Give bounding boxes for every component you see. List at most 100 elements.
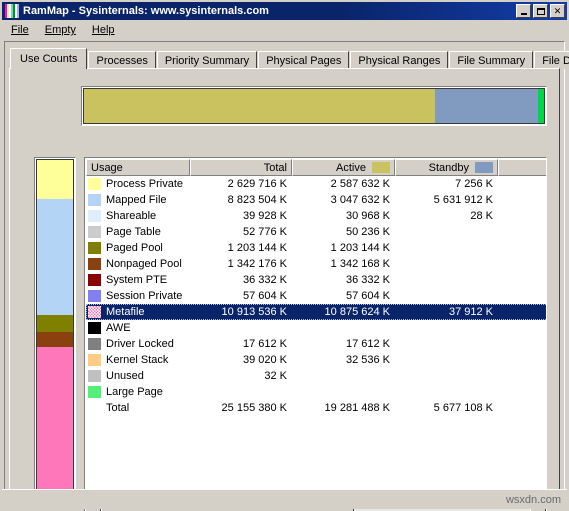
- row-color-swatch: [88, 338, 101, 350]
- row-color-swatch: [88, 178, 101, 190]
- summary-bar-segment-free: [538, 89, 544, 123]
- cell-standby: 5 631 912 K: [433, 194, 493, 206]
- use-counts-listview[interactable]: Usage Total Active Standby Modified Process …: [84, 157, 547, 505]
- rammap-window: RamMap - Sysinternals: www.sysinternals.…: [0, 0, 569, 511]
- row-usage-label: Large Page: [106, 386, 163, 398]
- row-usage-label: Shareable: [106, 210, 157, 222]
- column-header-modified[interactable]: Modified: [498, 159, 546, 176]
- tab-physical-ranges[interactable]: Physical Ranges: [350, 51, 449, 69]
- summary-bar-segment-standby: [435, 89, 539, 123]
- memory-legend-bar: [36, 159, 74, 503]
- cell-usage: Page Table: [86, 224, 190, 240]
- table-row[interactable]: Large Page: [86, 384, 546, 400]
- cell-usage: Shareable: [86, 208, 190, 224]
- cell-total: 25 155 380 K: [221, 402, 287, 414]
- cell-usage: Driver Locked: [86, 336, 190, 352]
- close-button[interactable]: ✕: [550, 4, 565, 18]
- table-row[interactable]: Mapped File 8 823 504 K 3 047 632 K 5 631 9…: [86, 192, 546, 208]
- tab-page-use-counts: Usage Total Active Standby Modified Process …: [9, 68, 560, 511]
- status-bar: wsxdn.com: [2, 489, 567, 509]
- table-row[interactable]: Metafile 10 913 536 K 10 875 624 K 37 912 K: [86, 304, 546, 320]
- tab-use-counts[interactable]: Use Counts: [10, 48, 88, 69]
- cell-active: [292, 320, 395, 336]
- column-header-active[interactable]: Active: [292, 159, 395, 176]
- column-header-label: Total: [263, 161, 287, 174]
- menu-item-file[interactable]: File: [3, 23, 37, 37]
- cell-modified: [498, 320, 546, 336]
- row-color-swatch: [88, 242, 101, 254]
- tab-processes[interactable]: Processes: [88, 51, 156, 69]
- cell-usage: Kernel Stack: [86, 352, 190, 368]
- minimize-button[interactable]: [516, 4, 531, 18]
- cell-usage: AWE: [86, 320, 190, 336]
- menu-bar: File Empty Help: [3, 21, 566, 39]
- tab-file-summary[interactable]: File Summary: [449, 51, 534, 69]
- column-header-color-swatch: [475, 162, 493, 173]
- table-row[interactable]: Process Private 2 629 716 K 2 587 632 K 7 2…: [86, 176, 546, 192]
- legend-bar-segment-metafile: [37, 347, 73, 502]
- cell-modified: 19: [498, 400, 546, 416]
- cell-modified: [498, 304, 546, 320]
- cell-standby: [395, 288, 498, 304]
- cell-modified: [498, 352, 546, 368]
- cell-standby: 7 256 K: [455, 178, 493, 190]
- tab-priority-summary[interactable]: Priority Summary: [156, 51, 258, 69]
- menu-item-help[interactable]: Help: [84, 23, 123, 37]
- row-usage-label: Process Private: [106, 178, 184, 190]
- maximize-button[interactable]: [533, 4, 548, 18]
- column-header-label: Active: [336, 161, 366, 174]
- cell-total: [190, 320, 292, 336]
- row-usage-label: Paged Pool: [106, 242, 163, 254]
- cell-total: 8 823 504 K: [227, 194, 287, 206]
- table-row[interactable]: Paged Pool 1 203 144 K 1 203 144 K: [86, 240, 546, 256]
- table-row[interactable]: Page Table 52 776 K 50 236 K: [86, 224, 546, 240]
- cell-usage: Total: [86, 400, 190, 416]
- row-color-swatch: [88, 210, 101, 222]
- cell-active: [292, 384, 395, 400]
- row-usage-label: Total: [106, 402, 130, 414]
- table-row[interactable]: Session Private 57 604 K 57 604 K: [86, 288, 546, 304]
- memory-legend-bar-panel: [34, 157, 76, 505]
- tab-file-details[interactable]: File Details: [534, 51, 569, 69]
- listview-rows: Process Private 2 629 716 K 2 587 632 K 7 2…: [86, 176, 546, 416]
- tab-physical-pages[interactable]: Physical Pages: [258, 51, 350, 69]
- cell-active: 1 203 144 K: [330, 242, 390, 254]
- table-row[interactable]: Nonpaged Pool 1 342 176 K 1 342 168 K: [86, 256, 546, 272]
- column-header-label: Usage: [91, 161, 123, 174]
- row-color-swatch: [88, 354, 101, 366]
- table-row[interactable]: Unused 32 K: [86, 368, 546, 384]
- cell-modified: [498, 224, 546, 240]
- row-color-swatch: [88, 306, 101, 318]
- column-header-standby[interactable]: Standby: [395, 159, 498, 176]
- cell-usage: Unused: [86, 368, 190, 384]
- title-bar: RamMap - Sysinternals: www.sysinternals.…: [2, 2, 567, 20]
- cell-active: 32 536 K: [345, 354, 390, 366]
- table-row[interactable]: Driver Locked 17 612 K 17 612 K: [86, 336, 546, 352]
- cell-total: 10 913 536 K: [221, 306, 287, 318]
- listview-viewport: Usage Total Active Standby Modified Process …: [86, 159, 546, 504]
- row-usage-label: Metafile: [106, 306, 145, 318]
- menu-item-empty[interactable]: Empty: [37, 23, 84, 37]
- cell-active: 50 236 K: [345, 226, 390, 238]
- column-header-color-swatch: [372, 162, 390, 173]
- column-header-total[interactable]: Total: [190, 159, 292, 176]
- table-row[interactable]: AWE: [86, 320, 546, 336]
- cell-standby: [395, 240, 498, 256]
- cell-modified: [498, 208, 546, 224]
- table-row[interactable]: System PTE 36 332 K 36 332 K: [86, 272, 546, 288]
- cell-standby: [395, 368, 498, 384]
- row-color-swatch: [88, 370, 101, 382]
- table-row[interactable]: Shareable 39 928 K 30 968 K 28 K: [86, 208, 546, 224]
- row-usage-label: AWE: [106, 322, 131, 334]
- cell-total: 32 K: [264, 370, 287, 382]
- cell-total: 2 629 716 K: [227, 178, 287, 190]
- cell-modified: 3: [498, 176, 546, 192]
- cell-usage: Paged Pool: [86, 240, 190, 256]
- column-header-usage[interactable]: Usage: [86, 159, 190, 176]
- table-row[interactable]: Kernel Stack 39 020 K 32 536 K: [86, 352, 546, 368]
- legend-bar-segment-mapped-file: [37, 198, 73, 315]
- cell-usage: Nonpaged Pool: [86, 256, 190, 272]
- row-color-swatch: [88, 274, 101, 286]
- cell-active: 30 968 K: [345, 210, 390, 222]
- table-row[interactable]: Total 25 155 380 K 19 281 488 K 5 677 108 K…: [86, 400, 546, 416]
